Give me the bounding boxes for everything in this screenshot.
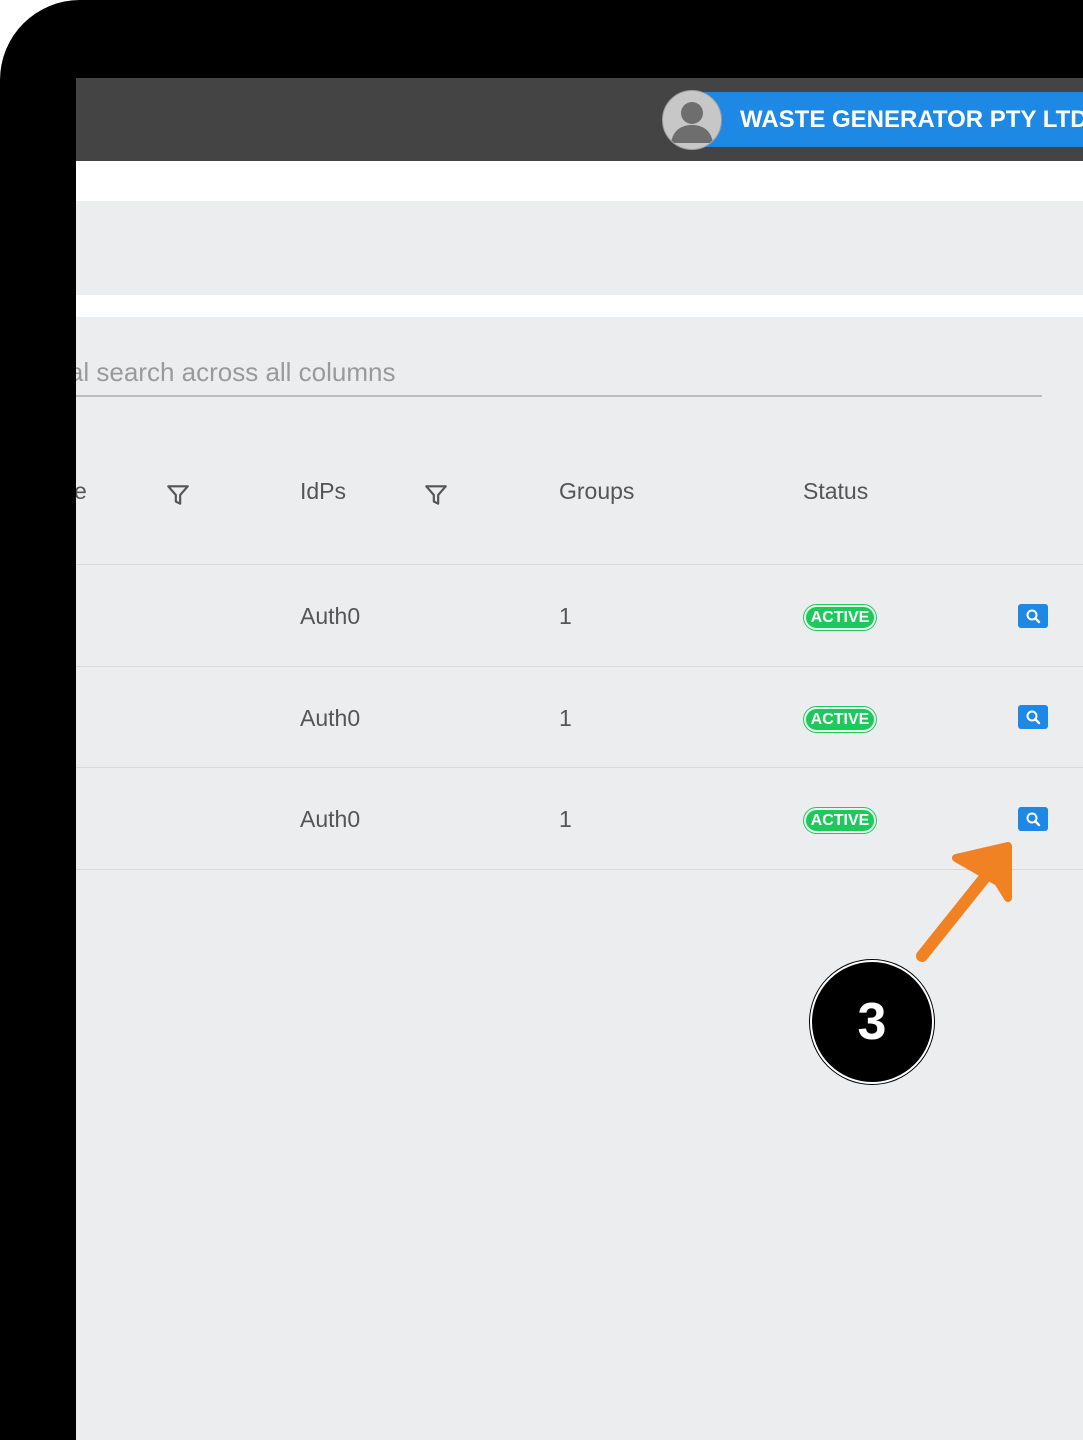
idp-cell: Auth0 xyxy=(300,603,361,629)
search-icon xyxy=(1026,609,1041,624)
row-divider xyxy=(76,666,1083,667)
step-number-badge: 3 xyxy=(810,960,934,1084)
account-name: WASTE GENERATOR PTY LTD xyxy=(740,106,1083,133)
panel-spacer xyxy=(76,295,1083,317)
groups-cell: 1 xyxy=(559,705,572,731)
status-badge: ACTIVE xyxy=(804,808,876,833)
column-header-name[interactable]: e xyxy=(76,478,87,505)
groups-cell: 1 xyxy=(559,806,572,832)
column-header-status[interactable]: Status xyxy=(803,478,868,505)
search-icon xyxy=(1026,710,1041,725)
funnel-icon[interactable] xyxy=(423,482,449,508)
status-badge: ACTIVE xyxy=(804,605,876,630)
row-divider xyxy=(76,869,1083,870)
global-search-input[interactable] xyxy=(76,337,1042,397)
view-button[interactable] xyxy=(1018,705,1048,729)
app-screen: WASTE GENERATOR PTY LTD e IdPs Groups St… xyxy=(76,78,1083,1440)
search-icon xyxy=(1026,812,1041,827)
account-menu[interactable]: WASTE GENERATOR PTY LTD xyxy=(668,92,1083,147)
column-header-groups[interactable]: Groups xyxy=(559,478,634,505)
funnel-icon[interactable] xyxy=(165,482,191,508)
column-header-idps[interactable]: IdPs xyxy=(300,478,346,505)
groups-cell: 1 xyxy=(559,603,572,629)
header-spacer xyxy=(76,161,1083,201)
row-divider xyxy=(76,564,1083,565)
top-bar: WASTE GENERATOR PTY LTD xyxy=(76,78,1083,161)
toolbar-panel xyxy=(76,201,1083,295)
row-divider xyxy=(76,767,1083,768)
status-badge: ACTIVE xyxy=(804,707,876,732)
idp-cell: Auth0 xyxy=(300,705,361,731)
view-button[interactable] xyxy=(1018,807,1048,831)
user-avatar-icon[interactable] xyxy=(662,90,722,150)
idp-cell: Auth0 xyxy=(300,806,361,832)
view-button[interactable] xyxy=(1018,604,1048,628)
